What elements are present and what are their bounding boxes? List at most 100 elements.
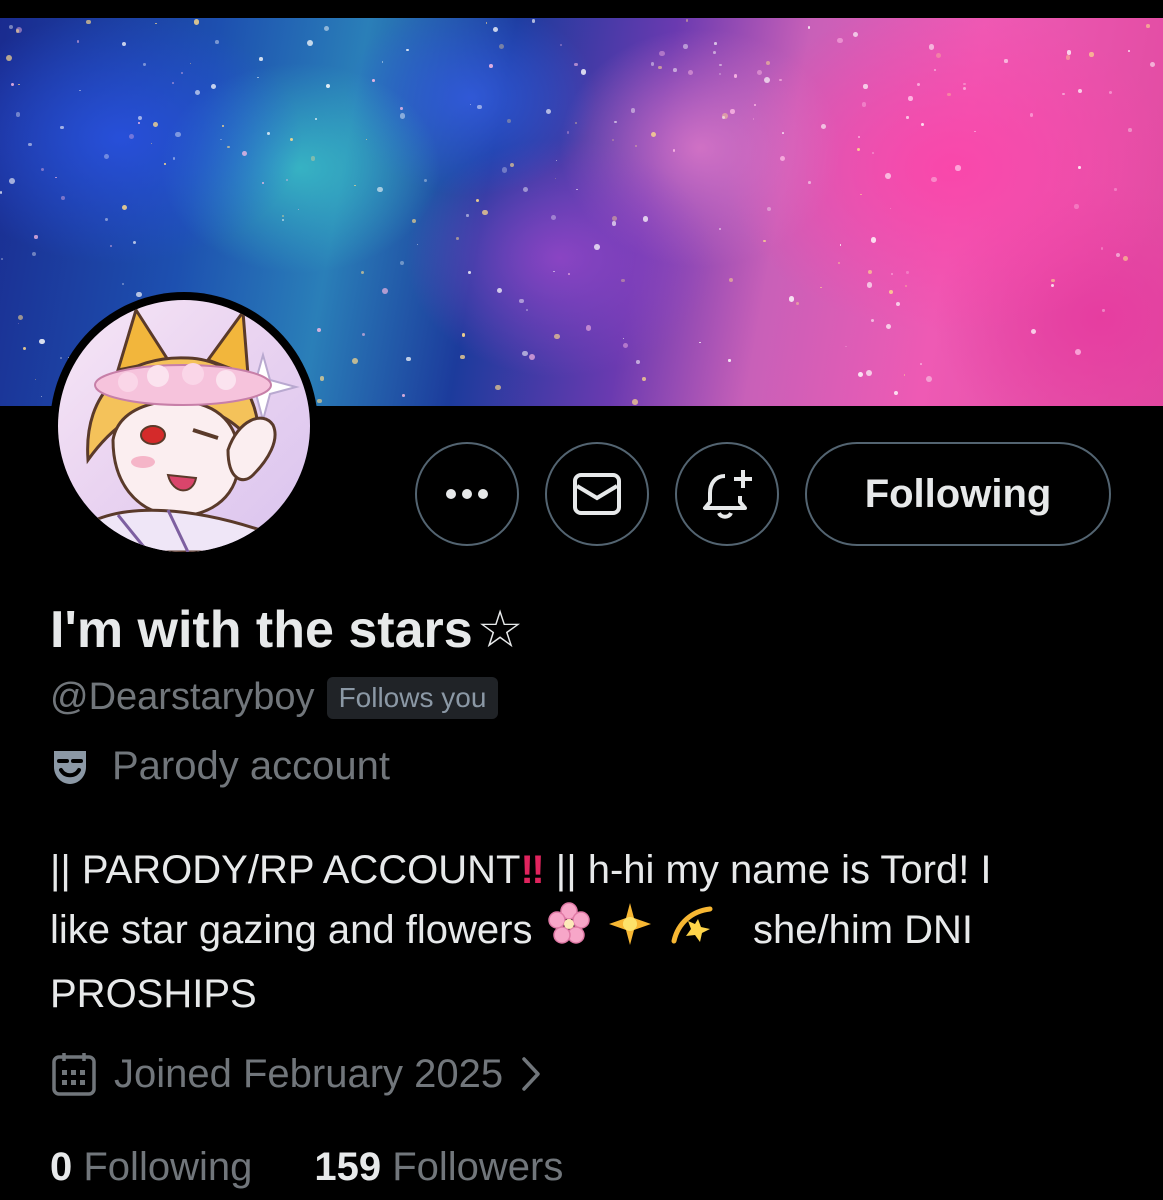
banner-sparkle — [34, 235, 38, 239]
banner-sparkle — [860, 193, 862, 195]
banner-sparkle — [757, 70, 763, 76]
banner-sparkle — [194, 89, 201, 96]
banner-sparkle — [79, 89, 81, 92]
banner-sparkle — [820, 286, 822, 289]
banner-sparkle — [857, 372, 863, 378]
message-button[interactable] — [545, 442, 649, 546]
banner-sparkle — [469, 103, 472, 106]
banner-sparkle — [60, 357, 63, 360]
banner-sparkle — [372, 79, 376, 83]
banner-sparkle — [32, 252, 37, 257]
banner-sparkle — [406, 48, 409, 52]
banner-sparkle — [325, 83, 331, 88]
banner-sparkle — [935, 52, 942, 58]
followers-count-link[interactable]: 159 Followers — [314, 1145, 563, 1190]
banner-sparkle — [672, 68, 677, 73]
banner-sparkle — [262, 181, 265, 184]
banner-sparkle — [837, 37, 843, 44]
banner-sparkle — [657, 65, 662, 70]
banner-sparkle — [281, 215, 284, 217]
banner-sparkle — [35, 378, 37, 380]
banner-sparkle — [61, 196, 65, 200]
following-button[interactable]: Following — [805, 442, 1111, 546]
banner-sparkle — [360, 270, 364, 274]
banner-sparkle — [765, 61, 770, 66]
banner-sparkle — [41, 395, 43, 397]
banner-sparkle — [40, 167, 45, 172]
banner-sparkle — [934, 68, 937, 71]
banner-sparkle — [807, 180, 811, 184]
banner-sparkle — [651, 131, 657, 137]
banner-sparkle — [109, 244, 112, 247]
banner-sparkle — [921, 122, 924, 126]
banner-sparkle — [323, 25, 330, 31]
following-count-link[interactable]: 0 Following — [50, 1145, 252, 1190]
banner-sparkle — [718, 72, 721, 76]
banner-sparkle — [221, 125, 224, 127]
banner-sparkle — [575, 121, 578, 124]
banner-sparkle — [76, 40, 80, 43]
banner-sparkle — [593, 244, 600, 251]
banner-sparkle — [554, 333, 560, 339]
banner-sparkle — [821, 124, 826, 130]
banner-sparkle — [402, 394, 406, 398]
banner-sparkle — [764, 77, 771, 84]
banner-sparkle — [307, 40, 313, 47]
banner-sparkle — [730, 109, 735, 114]
banner-sparkle — [319, 376, 325, 381]
double-exclamation-icon: ‼ — [520, 848, 545, 892]
banner-sparkle — [521, 350, 528, 357]
banner-sparkle — [1074, 204, 1079, 210]
banner-sparkle — [529, 353, 536, 360]
banner-sparkle — [412, 219, 417, 224]
banner-sparkle — [1114, 188, 1117, 191]
banner-sparkle — [906, 271, 909, 274]
banner-sparkle — [580, 69, 586, 75]
banner-sparkle — [926, 376, 933, 383]
banner-sparkle — [546, 108, 552, 115]
bio-text: || PARODY/RP ACCOUNT — [50, 848, 521, 892]
more-button[interactable] — [415, 442, 519, 546]
notifications-button[interactable] — [675, 442, 779, 546]
banner-sparkle — [885, 173, 891, 180]
parody-label-row[interactable]: Parody account — [50, 744, 390, 789]
banner-sparkle — [920, 363, 922, 365]
avatar-image — [58, 300, 310, 552]
banner-sparkle — [526, 309, 528, 311]
banner-sparkle — [554, 177, 557, 180]
banner-sparkle — [189, 62, 192, 65]
banner-sparkle — [612, 139, 615, 142]
banner-sparkle — [22, 347, 27, 351]
joined-row[interactable]: Joined February 2025 — [50, 1050, 543, 1098]
banner-sparkle — [1, 258, 3, 261]
banner-sparkle — [281, 218, 285, 222]
banner-sparkle — [400, 107, 403, 110]
banner-sparkle — [713, 50, 716, 54]
parody-label: Parody account — [112, 744, 390, 788]
banner-sparkle — [317, 398, 322, 404]
banner-sparkle — [585, 325, 592, 331]
display-name: I'm with the stars☆ — [50, 600, 523, 660]
banner-sparkle — [865, 370, 872, 377]
banner-sparkle — [1108, 90, 1112, 95]
banner-sparkle — [733, 74, 738, 78]
banner-sparkle — [17, 322, 20, 325]
banner-sparkle — [180, 71, 184, 75]
banner-sparkle — [650, 62, 654, 66]
banner-sparkle — [423, 178, 428, 183]
banner-sparkle — [1128, 49, 1130, 52]
banner-sparkle — [466, 214, 469, 217]
banner-sparkle — [1075, 349, 1081, 356]
banner-sparkle — [931, 176, 937, 183]
banner-sparkle — [376, 186, 383, 193]
banner-sparkle — [362, 332, 366, 336]
banner-sparkle — [297, 209, 300, 211]
banner-sparkle — [138, 115, 143, 120]
banner-sparkle — [863, 84, 868, 89]
avatar[interactable] — [50, 292, 318, 560]
banner-sparkle — [18, 315, 24, 321]
banner-sparkle — [485, 22, 487, 24]
banner-sparkle — [1100, 247, 1104, 250]
banner-sparkle — [963, 86, 967, 90]
banner-sparkle — [314, 117, 317, 121]
